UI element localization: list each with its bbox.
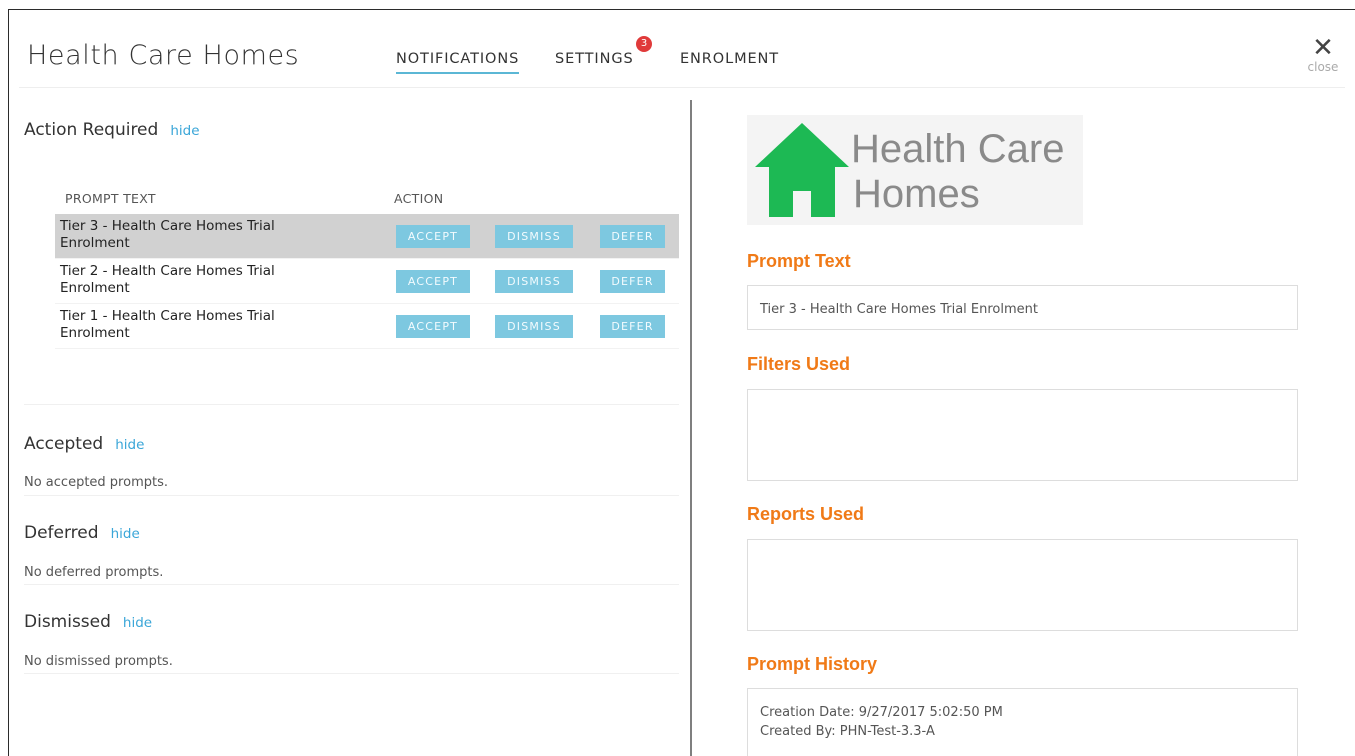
history-created-by: Created By: PHN-Test-3.3-A [760,724,935,739]
logo-text: Health Care Homes [851,127,1064,217]
action-required-hide-link[interactable]: hide [170,123,199,139]
prompt-history-label: Prompt History [747,654,878,674]
tab-enrolment[interactable]: ENROLMENT [680,51,779,67]
filters-used-field [747,389,1298,481]
house-icon [755,123,849,217]
action-required-title: Action Required [24,120,159,140]
table-header: PROMPT TEXT ACTION [55,189,679,214]
section-divider [24,495,679,496]
prompt-text-cell: Tier 2 - Health Care Homes Trial Enrolme… [60,263,330,297]
dismiss-button[interactable]: DISMISS [495,270,573,293]
dismissed-heading: Dismissed hide [24,612,152,632]
defer-button[interactable]: DEFER [600,315,665,338]
table-row[interactable]: Tier 2 - Health Care Homes Trial Enrolme… [55,259,679,304]
deferred-title: Deferred [24,523,99,543]
action-required-heading: Action Required hide [24,120,200,140]
accept-button[interactable]: ACCEPT [396,270,470,293]
dismiss-button[interactable]: DISMISS [495,315,573,338]
table-row[interactable]: Tier 1 - Health Care Homes Trial Enrolme… [55,304,679,349]
close-button[interactable]: ✕ close [1297,33,1349,74]
accept-button[interactable]: ACCEPT [396,225,470,248]
logo-line: Health Care [851,127,1065,171]
prompt-text-line: Enrolment [60,280,130,296]
close-label: close [1307,60,1339,74]
modal-header: Health Care Homes NOTIFICATIONS SETTINGS… [9,10,1355,87]
deferred-hide-link[interactable]: hide [111,526,140,542]
accepted-title: Accepted [24,434,104,454]
accepted-empty-text: No accepted prompts. [24,475,168,490]
logo-line: Homes [853,172,980,216]
header-divider [19,87,1345,88]
column-header-prompt-text: PROMPT TEXT [65,191,156,206]
prompt-history-field: Creation Date: 9/27/2017 5:02:50 PM Crea… [747,688,1298,756]
section-divider [24,404,679,405]
prompt-text-field: Tier 3 - Health Care Homes Trial Enrolme… [747,285,1298,330]
prompt-text-line: Tier 2 - Health Care Homes Trial [60,263,275,279]
prompt-text-line: Tier 1 - Health Care Homes Trial [60,308,275,324]
reports-used-label: Reports Used [747,504,865,524]
filters-used-label: Filters Used [747,354,851,374]
deferred-heading: Deferred hide [24,523,140,543]
defer-button[interactable]: DEFER [600,225,665,248]
accepted-hide-link[interactable]: hide [115,437,144,453]
dismissed-hide-link[interactable]: hide [123,615,152,631]
dismissed-empty-text: No dismissed prompts. [24,654,173,669]
deferred-empty-text: No deferred prompts. [24,565,164,580]
prompt-text-cell: Tier 3 - Health Care Homes Trial Enrolme… [60,218,330,252]
section-divider [24,584,679,585]
prompt-text-line: Tier 3 - Health Care Homes Trial [60,218,275,234]
dismissed-title: Dismissed [24,612,111,632]
action-required-table: PROMPT TEXT ACTION Tier 3 - Health Care … [55,189,679,349]
table-row[interactable]: Tier 3 - Health Care Homes Trial Enrolme… [55,214,679,259]
prompt-text-label: Prompt Text [747,251,851,271]
prompt-text-cell: Tier 1 - Health Care Homes Trial Enrolme… [60,308,330,342]
reports-used-field [747,539,1298,631]
panel-divider [690,100,692,756]
history-creation-date: Creation Date: 9/27/2017 5:02:50 PM [760,705,1003,720]
prompt-text-line: Enrolment [60,325,130,341]
accepted-heading: Accepted hide [24,434,144,454]
dismiss-button[interactable]: DISMISS [495,225,573,248]
accept-button[interactable]: ACCEPT [396,315,470,338]
tab-settings[interactable]: SETTINGS [555,51,634,67]
column-header-action: ACTION [394,191,444,206]
prompt-text-line: Enrolment [60,235,130,251]
tab-notifications[interactable]: NOTIFICATIONS [396,51,520,74]
modal-window: Health Care Homes NOTIFICATIONS SETTINGS… [8,9,1355,756]
page-title: Health Care Homes [27,40,300,71]
close-x-icon: ✕ [1312,33,1334,63]
section-divider [24,673,679,674]
defer-button[interactable]: DEFER [600,270,665,293]
settings-count-badge: 3 [636,36,652,52]
health-care-homes-logo: Health Care Homes [747,115,1083,225]
